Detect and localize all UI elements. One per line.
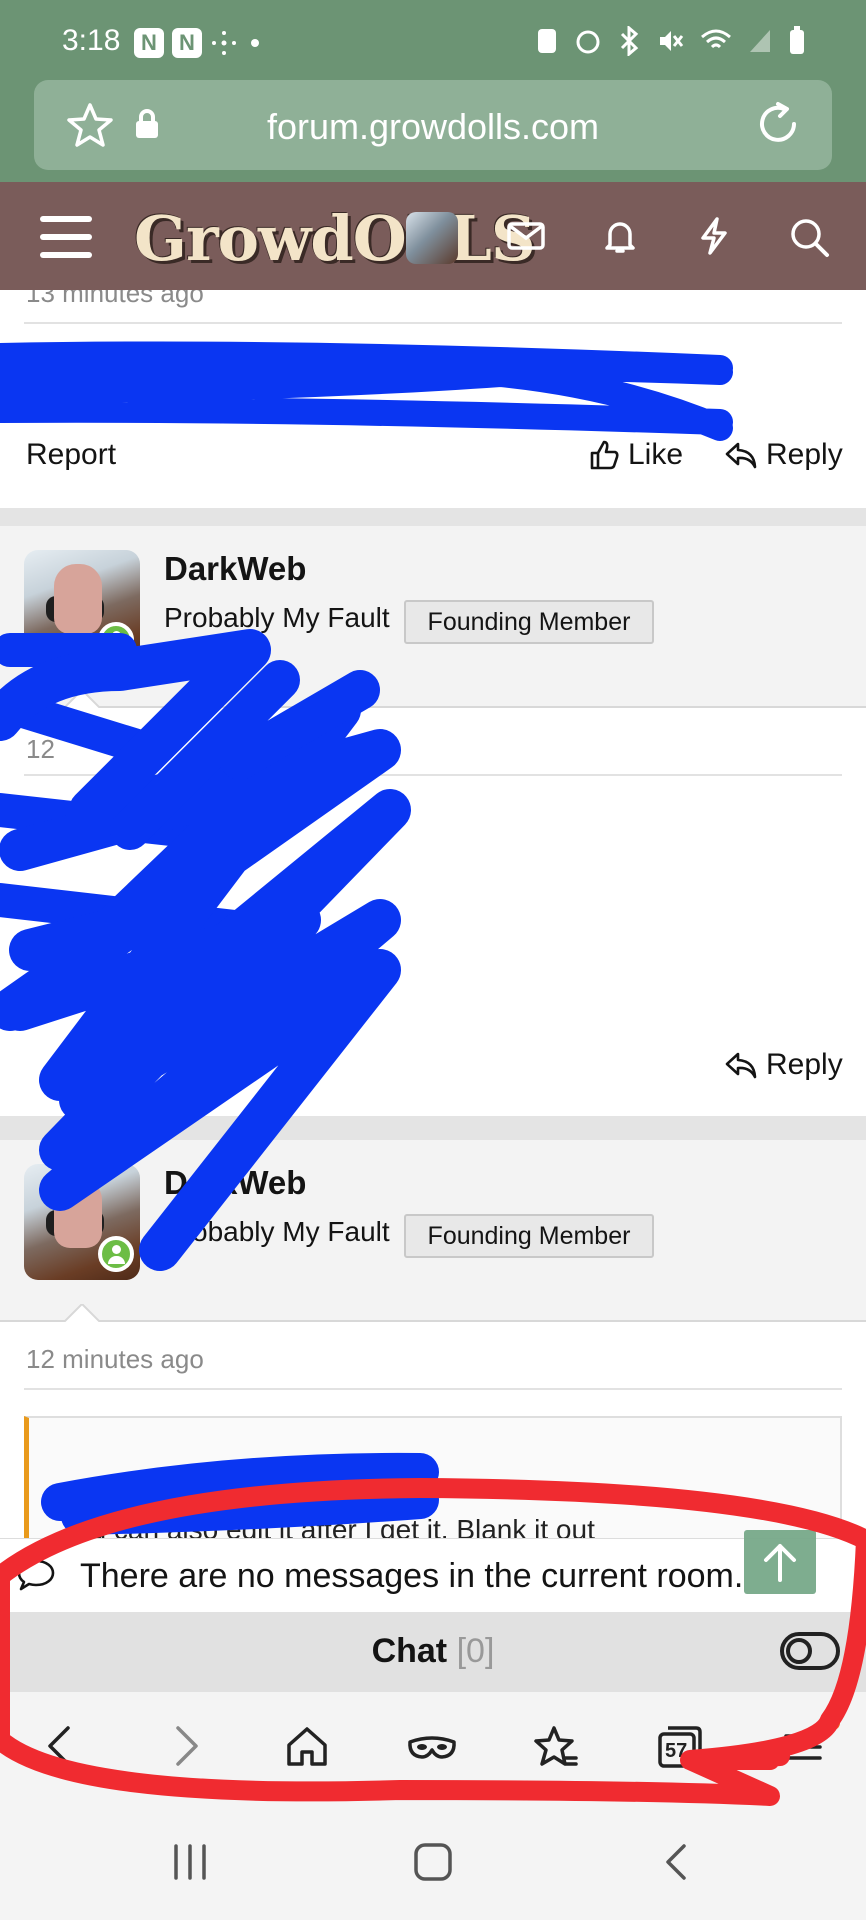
dot-icon [251,39,259,47]
notification-app-icon: N [172,28,202,58]
bluetooth-icon [620,26,639,56]
online-status-icon [98,1236,134,1272]
like-button[interactable]: Like [588,438,683,472]
reload-icon[interactable] [754,100,802,148]
wifi-icon [701,29,731,49]
post-timestamp: 13 minutes ago [26,290,204,308]
inbox-icon[interactable] [506,216,546,256]
home-button-icon[interactable] [412,1842,454,1882]
user-badge: Founding Member [404,600,654,644]
post: 13 minutes ago Report Like Reply [0,290,866,508]
post: 12 Reply [0,708,866,1116]
post-header: DarkWeb Probably My Fault Founding Membe… [0,526,866,708]
username[interactable]: DarkWeb [164,550,306,588]
chat-bubble-icon [17,1559,55,1591]
url-bar[interactable]: forum.growdolls.com [34,80,832,170]
user-title: Probably My Fault [164,1216,390,1247]
online-status-icon [98,622,134,658]
chat-toggle[interactable] [780,1632,840,1670]
post: 12 minutes ago ou can also edit it after… [0,1322,866,1538]
report-button[interactable]: Report [26,438,116,472]
back-icon[interactable] [44,1724,74,1768]
site-nav: GrowdOLLS [0,182,866,290]
sparkle-icon [212,31,236,55]
post-header: DarkWeb Probably My Fault Founding Membe… [0,1140,866,1322]
chat-label: Chat [371,1632,448,1670]
reply-button[interactable]: Reply [724,438,843,472]
username[interactable]: DarkWeb [164,1164,306,1202]
tabs-count: 57 [665,1740,688,1762]
secret-mode-icon[interactable] [406,1724,458,1770]
battery-icon [790,26,804,54]
scroll-to-top-button[interactable] [744,1530,816,1594]
browser-menu-icon[interactable] [780,1724,826,1770]
signal-icon [750,30,770,52]
android-nav-bar [0,1802,866,1920]
lightning-icon[interactable] [694,216,734,256]
url-text[interactable]: forum.growdolls.com [34,106,832,148]
bell-icon[interactable] [600,216,640,256]
menu-icon[interactable] [40,216,92,258]
home-icon[interactable] [284,1724,330,1770]
notification-app-icon: N [134,28,164,58]
nfc-icon [538,29,556,53]
browser-toolbar: 57 [0,1692,866,1802]
thread-content: 13 minutes ago Report Like Reply DarkWeb… [0,290,866,1538]
user-title: Probably My Fault [164,602,390,633]
thumbs-up-icon [590,440,619,470]
forward-icon[interactable] [172,1724,202,1768]
status-bar: 3:18 N N [0,0,866,80]
user-badge: Founding Member [404,1214,654,1258]
chat-bar[interactable]: Chat [0] [0,1612,866,1692]
reply-button[interactable]: Reply [724,1048,843,1082]
post-timestamp: 12 [26,734,55,764]
quote-text: ou can also edit it after I get it. Blan… [75,1514,595,1538]
status-time: 3:18 [62,24,121,57]
quote-block: ou can also edit it after I get it. Blan… [24,1416,842,1538]
back-button-icon[interactable] [660,1842,692,1882]
site-logo[interactable]: GrowdOLLS [134,202,536,275]
arrow-up-icon [764,1544,796,1582]
bookmarks-icon[interactable] [532,1724,580,1770]
reply-icon [725,442,757,469]
mute-icon [660,31,684,51]
chat-count: [0] [456,1632,495,1670]
recent-apps-icon[interactable] [170,1842,210,1882]
user-avatar[interactable] [406,212,458,264]
chat-preview[interactable]: There are no messages in the current roo… [0,1538,866,1612]
alarm-icon [576,30,600,54]
search-icon[interactable] [788,216,830,258]
post-timestamp: 12 minutes ago [26,1344,204,1374]
chat-preview-text: There are no messages in the current roo… [80,1557,744,1595]
menu-notification-dot [826,1716,840,1730]
reply-icon [725,1052,757,1079]
